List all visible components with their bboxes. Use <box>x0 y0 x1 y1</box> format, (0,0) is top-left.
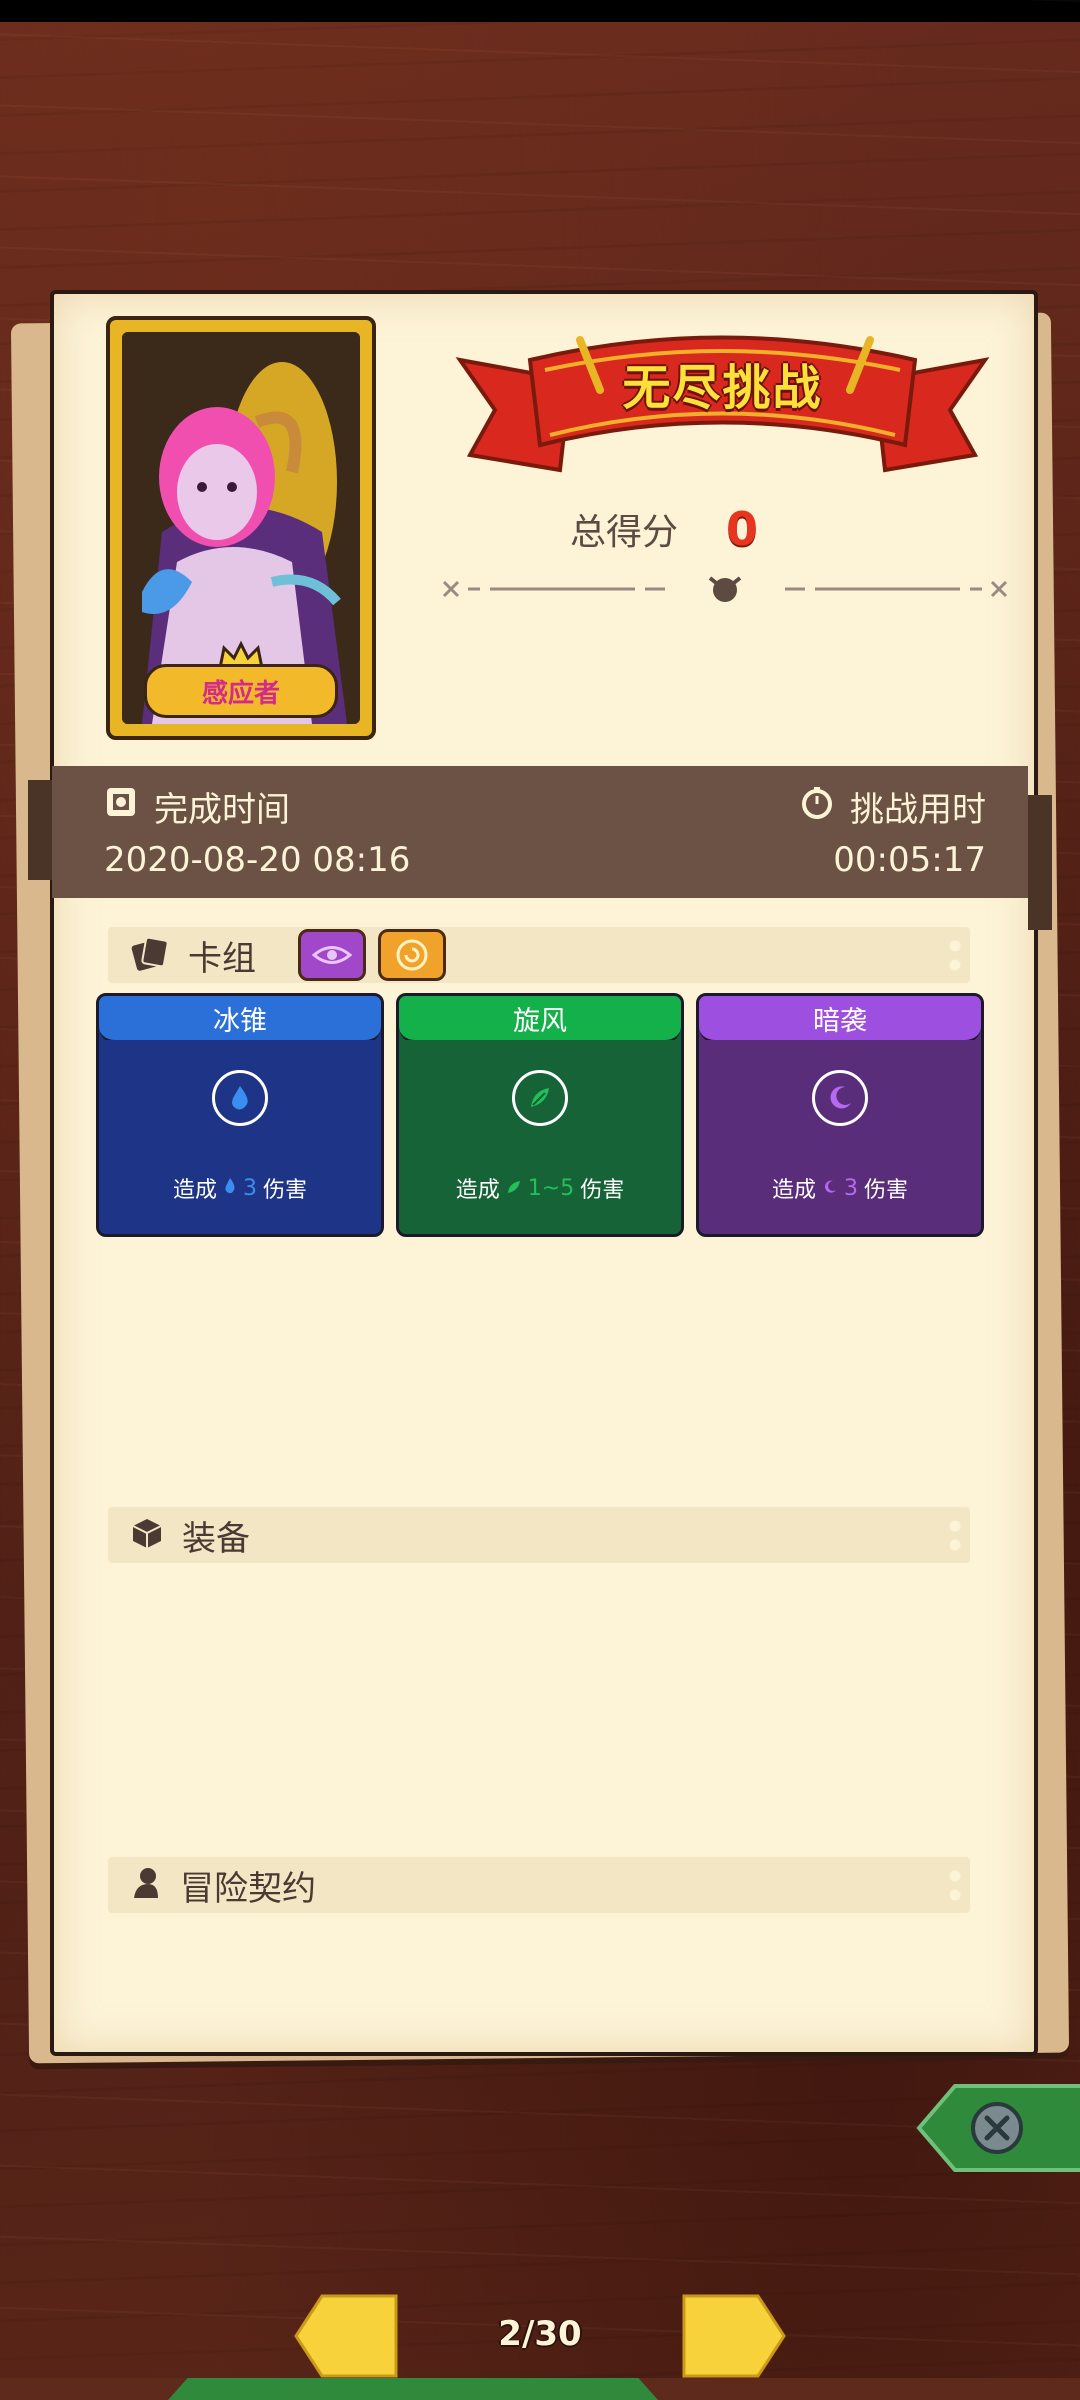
card-desc-suffix: 伤害 <box>263 1178 308 1203</box>
card-title: 暗袭 <box>699 996 981 1043</box>
deck-tag-eye[interactable] <box>298 929 366 981</box>
card-description: 造成 1~5 伤害 <box>399 1172 681 1204</box>
section-notch <box>948 1519 962 1551</box>
leaf-wind-icon <box>506 1176 522 1201</box>
arrow-left-icon <box>294 2294 398 2378</box>
status-bar <box>0 0 1080 22</box>
score-row: 总得分 0 <box>570 502 758 556</box>
deck-section-header: 卡组 <box>108 927 970 983</box>
contract-section-title: 冒险契约 <box>180 1868 316 1909</box>
card-desc-prefix: 造成 <box>771 1178 816 1203</box>
card-ice-cone[interactable]: 冰锥 造成 3 伤害 <box>96 993 384 1237</box>
title-banner: 无尽挑战 <box>450 320 995 495</box>
bottom-tab-highlight <box>168 2378 658 2400</box>
card-body: 造成 1~5 伤害 <box>399 1040 681 1234</box>
card-body: 造成 3 伤害 <box>99 1040 381 1234</box>
equipment-section-header: 装备 <box>108 1507 970 1563</box>
mode-title: 无尽挑战 <box>622 360 823 416</box>
deck-tag-spiral[interactable] <box>378 929 446 981</box>
crescent-moon-icon <box>812 1070 868 1126</box>
close-button[interactable] <box>915 2082 1080 2174</box>
card-body: 造成 3 伤害 <box>699 1040 981 1234</box>
finish-time-value: 2020-08-20 08:16 <box>104 840 411 880</box>
calendar-icon <box>104 785 138 828</box>
card-title: 冰锥 <box>99 996 381 1043</box>
card-ambush[interactable]: 暗袭 造成 3 伤害 <box>696 993 984 1237</box>
card-desc-prefix: 造成 <box>455 1178 500 1203</box>
stopwatch-icon <box>800 785 834 828</box>
water-drop-icon <box>212 1070 268 1126</box>
card-whirlwind[interactable]: 旋风 造成 1~5 伤害 <box>396 993 684 1237</box>
page-indicator: 2/30 <box>498 2314 582 2354</box>
prev-page-button[interactable] <box>292 2292 402 2380</box>
card-desc-prefix: 造成 <box>172 1178 217 1203</box>
character-card[interactable]: 感应者 <box>106 316 376 740</box>
person-icon <box>130 1866 162 1904</box>
character-name: 感应者 <box>201 678 280 709</box>
contract-section-header: 冒险契约 <box>108 1857 970 1913</box>
ornament-divider <box>440 568 1010 612</box>
finish-time-label: 完成时间 <box>154 790 290 830</box>
card-description: 造成 3 伤害 <box>99 1172 381 1204</box>
section-notch <box>948 939 962 971</box>
arrow-right-icon <box>682 2294 786 2378</box>
card-damage-amount: 3 <box>844 1175 858 1201</box>
card-damage-amount: 1~5 <box>527 1175 575 1201</box>
band-edge-right <box>1028 795 1052 930</box>
spiral-icon <box>396 939 428 971</box>
band-edge-left <box>28 780 54 880</box>
duration-value: 00:05:17 <box>833 840 986 880</box>
section-notch <box>948 1869 962 1901</box>
water-drop-icon <box>223 1176 237 1201</box>
next-page-button[interactable] <box>678 2292 788 2380</box>
card-damage-amount: 3 <box>243 1175 257 1201</box>
equipment-section-title: 装备 <box>182 1518 250 1559</box>
character-name-plate: 感应者 <box>144 664 338 718</box>
completion-info-band: 完成时间 2020-08-20 08:16 挑战用时 00:05:17 <box>52 766 1028 898</box>
card-desc-suffix: 伤害 <box>864 1178 909 1203</box>
card-title: 旋风 <box>399 996 681 1043</box>
duration-label: 挑战用时 <box>850 790 986 830</box>
score-label: 总得分 <box>570 512 679 553</box>
card-desc-suffix: 伤害 <box>580 1178 625 1203</box>
leaf-wind-icon <box>512 1070 568 1126</box>
finish-time-label-group: 完成时间 <box>104 782 290 831</box>
deck-section-title: 卡组 <box>188 938 256 979</box>
duration-label-group: 挑战用时 <box>800 782 986 831</box>
score-value: 0 <box>726 502 759 556</box>
eye-icon <box>312 946 352 964</box>
box-icon <box>130 1516 164 1554</box>
character-portrait: 感应者 <box>122 332 360 724</box>
cards-icon <box>130 935 170 975</box>
card-description: 造成 3 伤害 <box>699 1172 981 1204</box>
crescent-moon-icon <box>822 1176 838 1201</box>
